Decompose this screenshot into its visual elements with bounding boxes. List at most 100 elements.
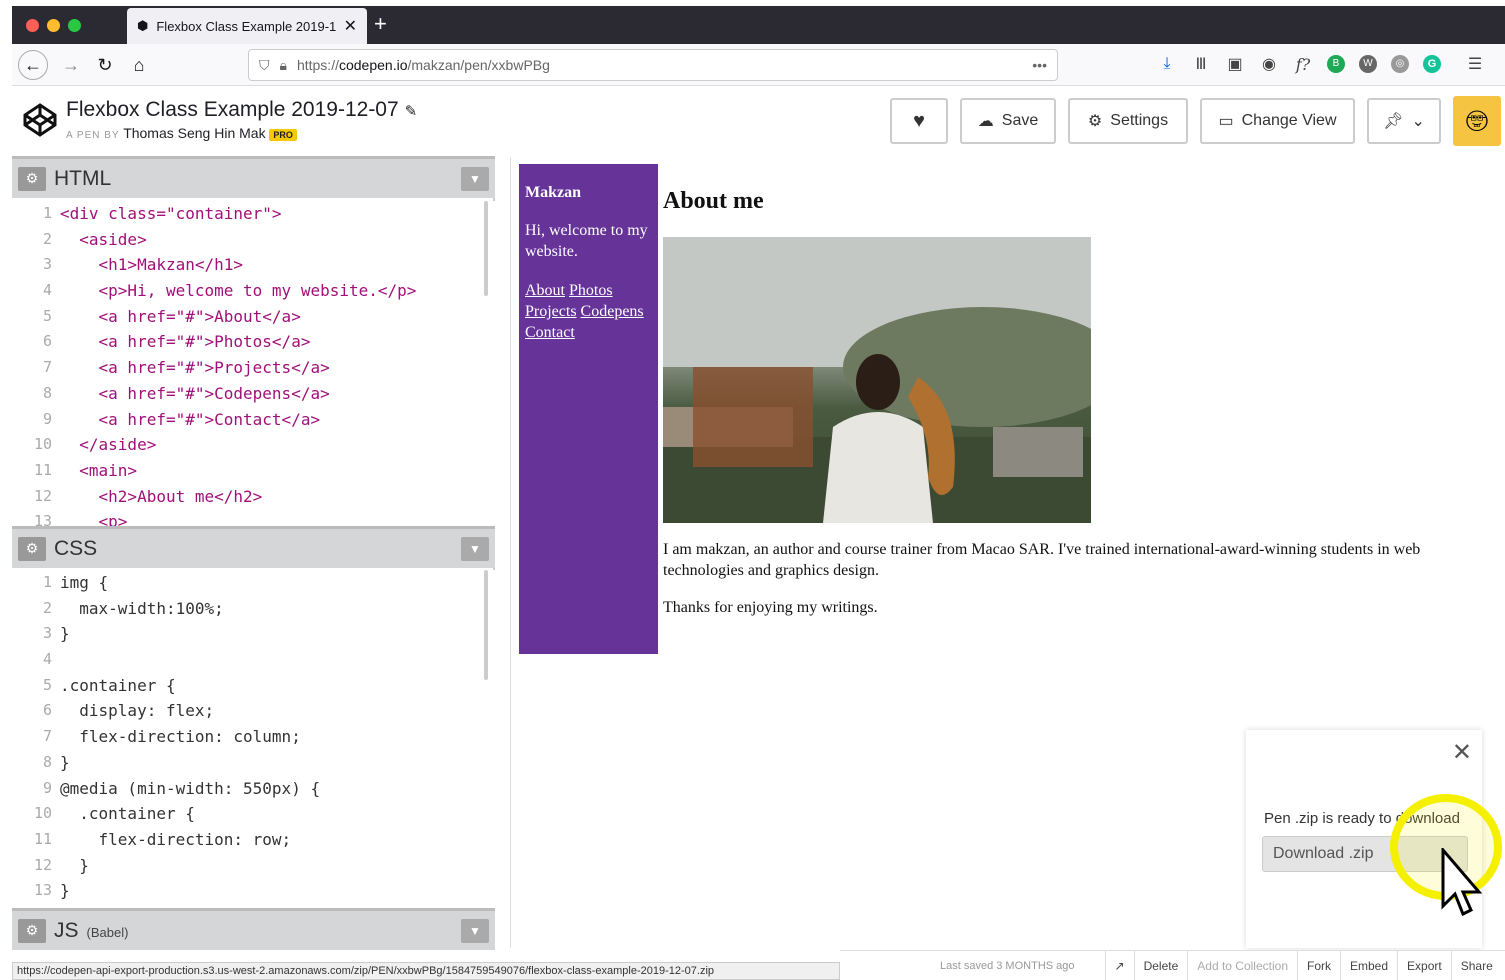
js-settings-icon[interactable]: ⚙ [18,918,46,943]
code-line[interactable]: 4 [12,647,495,673]
close-window-button[interactable] [26,19,39,32]
chevron-down-icon[interactable]: ▼ [461,919,489,943]
close-tab-icon[interactable]: ✕ [344,16,357,36]
css-code-editor[interactable]: 1 img {2 max-width:100%; 3} 4 5 .container {6… [12,570,495,908]
code-text: <a href="#">Projects</a> [60,358,330,378]
author-link[interactable]: Thomas Seng Hin Mak [123,125,265,141]
code-line[interactable]: 10 .container { [12,801,495,827]
code-line[interactable]: 5 .container { [12,673,495,699]
code-line[interactable]: 10 </aside> [12,432,495,458]
code-line[interactable]: 13} [12,878,495,904]
link-about[interactable]: About [525,282,565,299]
code-line[interactable]: 9 @media (min-width: 550px) { [12,776,495,802]
code-text: .container { [60,675,176,695]
code-line[interactable]: 6 <a href="#">Photos</a> [12,329,495,355]
code-line[interactable]: 2 <aside> [12,227,495,253]
code-line[interactable]: 3} [12,621,495,647]
function-extension-icon[interactable]: f? [1293,55,1313,74]
forward-button[interactable]: → [56,50,86,80]
code-line[interactable]: 9 <a href="#">Contact</a> [12,407,495,433]
code-line[interactable]: 7 flex-direction: column; [12,724,495,750]
wordpress-extension-icon[interactable]: W [1359,55,1377,73]
back-button[interactable]: ← [18,50,48,80]
chevron-down-icon[interactable]: ▼ [461,167,489,191]
link-codepens[interactable]: Codepens [581,303,644,320]
pin-dropdown-button[interactable]: 📌︎ ⌄ [1367,98,1441,144]
code-line[interactable]: 13 <p> [12,509,495,526]
js-preprocessor-label: (Babel) [86,925,129,940]
code-line[interactable]: 7 <a href="#">Projects</a> [12,355,495,381]
change-view-button[interactable]: ▭ Change View [1200,98,1355,144]
browser-tab[interactable]: ⬢ Flexbox Class Example 2019-12 ✕ [127,8,367,44]
code-line[interactable]: 4 <p>Hi, welcome to my website.</p> [12,278,495,304]
lock-icon[interactable]: 🔒︎ [280,57,287,74]
url-text[interactable]: https://codepen.io/makzan/pen/xxbwPBg [297,57,1022,73]
last-saved-text: Last saved 3 MONTHS ago [940,959,1075,972]
code-line[interactable]: 12 } [12,853,495,879]
url-bar[interactable]: ⛉ 🔒︎ https://codepen.io/makzan/pen/xxbwP… [248,49,1058,81]
code-line[interactable]: 11 <main> [12,458,495,484]
home-button[interactable]: ⌂ [124,50,154,80]
js-editor-header[interactable]: ⚙ JS (Babel) ▼ [12,908,495,950]
codepen-logo-icon[interactable] [22,102,58,138]
html-settings-icon[interactable]: ⚙ [18,166,46,191]
code-line[interactable]: 1 <div class="container"> [12,201,495,227]
code-line[interactable]: 5 <a href="#">About</a> [12,304,495,330]
sidebar-icon[interactable]: ▣ [1225,54,1245,74]
code-line[interactable]: 8} [12,750,495,776]
fork-button[interactable]: Fork [1297,950,1340,980]
avatar[interactable]: 🤓︎ [1453,96,1501,146]
close-icon[interactable]: ✕ [1452,738,1472,767]
save-button[interactable]: ☁ Save [960,98,1056,144]
page-actions-icon[interactable]: ••• [1032,57,1047,73]
html-scrollbar[interactable] [484,201,488,296]
code-line[interactable]: 8 <a href="#">Codepens</a> [12,381,495,407]
shield-icon[interactable]: ⛉ [259,57,270,74]
link-contact[interactable]: Contact [525,324,575,341]
code-text: .container { [60,804,195,824]
reload-button[interactable]: ↻ [90,50,120,80]
minimize-window-button[interactable] [47,19,60,32]
code-line[interactable]: 6 display: flex; [12,698,495,724]
pen-title[interactable]: Flexbox Class Example 2019-12-07 ✎ [66,98,417,122]
code-line[interactable]: 11 flex-direction: row; [12,827,495,853]
html-code-editor[interactable]: 1 <div class="container"> 2 <aside> 3 <h1>M… [12,201,495,526]
aside-links: About Photos Projects Codepens Contact [525,280,652,343]
link-projects[interactable]: Projects [525,303,577,320]
browser-tab-bar: ⬢ Flexbox Class Example 2019-12 ✕ + [12,6,1505,44]
share-button[interactable]: Share [1450,950,1502,980]
export-button[interactable]: Export [1397,950,1451,980]
main-paragraph-2: Thanks for enjoying my writings. [663,599,878,616]
open-external-icon[interactable]: ↗ [1104,950,1134,980]
delete-button[interactable]: Delete [1133,950,1188,980]
embed-button[interactable]: Embed [1340,950,1397,980]
menu-icon[interactable]: ☰ [1465,54,1485,74]
code-line[interactable]: 3 <h1>Makzan</h1> [12,252,495,278]
css-scrollbar[interactable] [484,570,488,680]
line-number: 4 [42,281,52,300]
code-line[interactable]: 2 max-width:100%; [12,596,495,622]
maximize-window-button[interactable] [68,19,81,32]
library-icon[interactable]: Ⅲ [1191,54,1211,74]
account-icon[interactable]: ◉ [1259,54,1279,74]
download-icon[interactable]: ⤓ [1157,55,1177,73]
settings-button[interactable]: ⚙ Settings [1068,98,1188,144]
pencil-icon[interactable]: ✎ [405,103,418,120]
link-photos[interactable]: Photos [569,282,613,299]
chevron-down-icon[interactable]: ▼ [461,537,489,561]
toolbar-icons: ⤓ Ⅲ ▣ ◉ f? B W ◎ G ☰ [1157,54,1485,74]
css-editor-title: CSS [54,536,98,560]
grammarly-extension-icon[interactable]: G [1423,55,1441,73]
html-editor-header[interactable]: ⚙ HTML ▼ [12,156,495,198]
code-text: <h1>Makzan</h1> [60,255,244,275]
css-editor-header[interactable]: ⚙ CSS ▼ [12,526,495,568]
code-line[interactable]: 12 <h2>About me</h2> [12,484,495,510]
extension-gray-icon[interactable]: ◎ [1391,55,1409,73]
extension-green-icon[interactable]: B [1327,55,1345,73]
add-to-collection-button[interactable]: Add to Collection [1187,950,1297,980]
code-line[interactable]: 1 img { [12,570,495,596]
css-settings-icon[interactable]: ⚙ [18,536,46,561]
new-tab-button[interactable]: + [374,11,387,37]
line-number: 7 [42,727,52,746]
heart-button[interactable]: ♥ [890,98,948,144]
